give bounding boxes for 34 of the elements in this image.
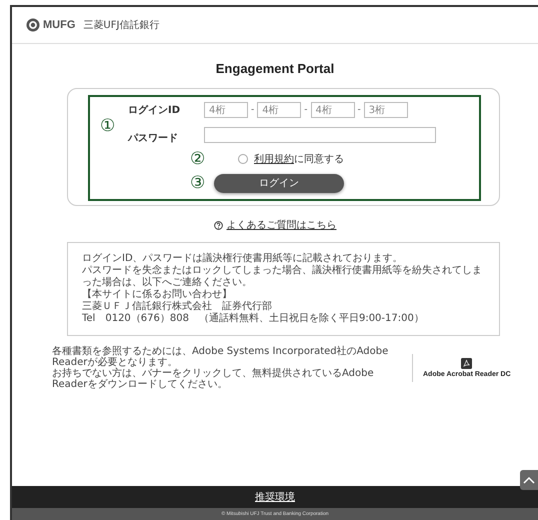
adobe-notice-text: お持ちでない方は、バナーをクリックして、無料提供されているAdobe Readerをダウンロードしてください。 [52,368,375,390]
login-id-field[interactable]: 4桁 [310,102,354,118]
scroll-to-top-button[interactable] [520,470,538,490]
annotation-number: ③ [190,173,206,193]
chevron-up-icon [523,476,535,484]
notice-text: Tel 0120（676）808 （通話料無料、土日祝日を除く平日9:00-17:00） [82,313,425,325]
terms-checkbox[interactable] [238,154,248,164]
separator-dash: - [251,105,254,115]
annotation-number: ② [190,149,206,169]
separator-dash: - [358,105,361,115]
separator-dash: - [304,105,308,115]
login-id-field[interactable]: 3桁 [364,102,408,118]
login-id-label: ログインID [128,105,182,117]
notice-text: ログインID、パスワードは議決権行使書用紙等に記載されております。 [82,253,404,264]
notice-text: パスワードを失念またはロックしてしまった場合、議決権行使書用紙等を紛失されてしまった場合は、以下へご連絡ください。 [82,265,483,288]
terms-text: に同意する [294,152,344,166]
password-field[interactable] [204,127,436,143]
login-id-field[interactable]: 4桁 [257,102,302,118]
page-title: Engagement Portal [214,61,336,76]
logo-text: MUFG [43,19,76,31]
login-id-field[interactable]: 4桁 [204,102,248,118]
password-label: パスワード [128,133,179,145]
logo-icon [26,18,40,32]
terms-link[interactable]: 利用規約 [254,152,294,166]
adobe-notice-text: 各種書類を参照するためには、Adobe Systems Incorporated社のAdobe Readerが必要となります。 [52,346,390,368]
bank-name: 三菱UFJ信託銀行 [83,18,160,32]
help-icon [214,220,222,230]
annotation-number: ① [100,116,116,136]
faq-link[interactable]: よくあるご質問はこちら [226,218,336,232]
pdf-icon [461,358,472,369]
notice-text: 【本サイトに係るお問い合わせ】 [82,289,233,300]
notice-text: 三菱ＵＦＪ信託銀行株式会社 証券代行部 [82,301,273,312]
login-button[interactable]: ログイン [214,174,344,192]
recommended-environment-link[interactable]: 推奨環境 [255,490,295,504]
